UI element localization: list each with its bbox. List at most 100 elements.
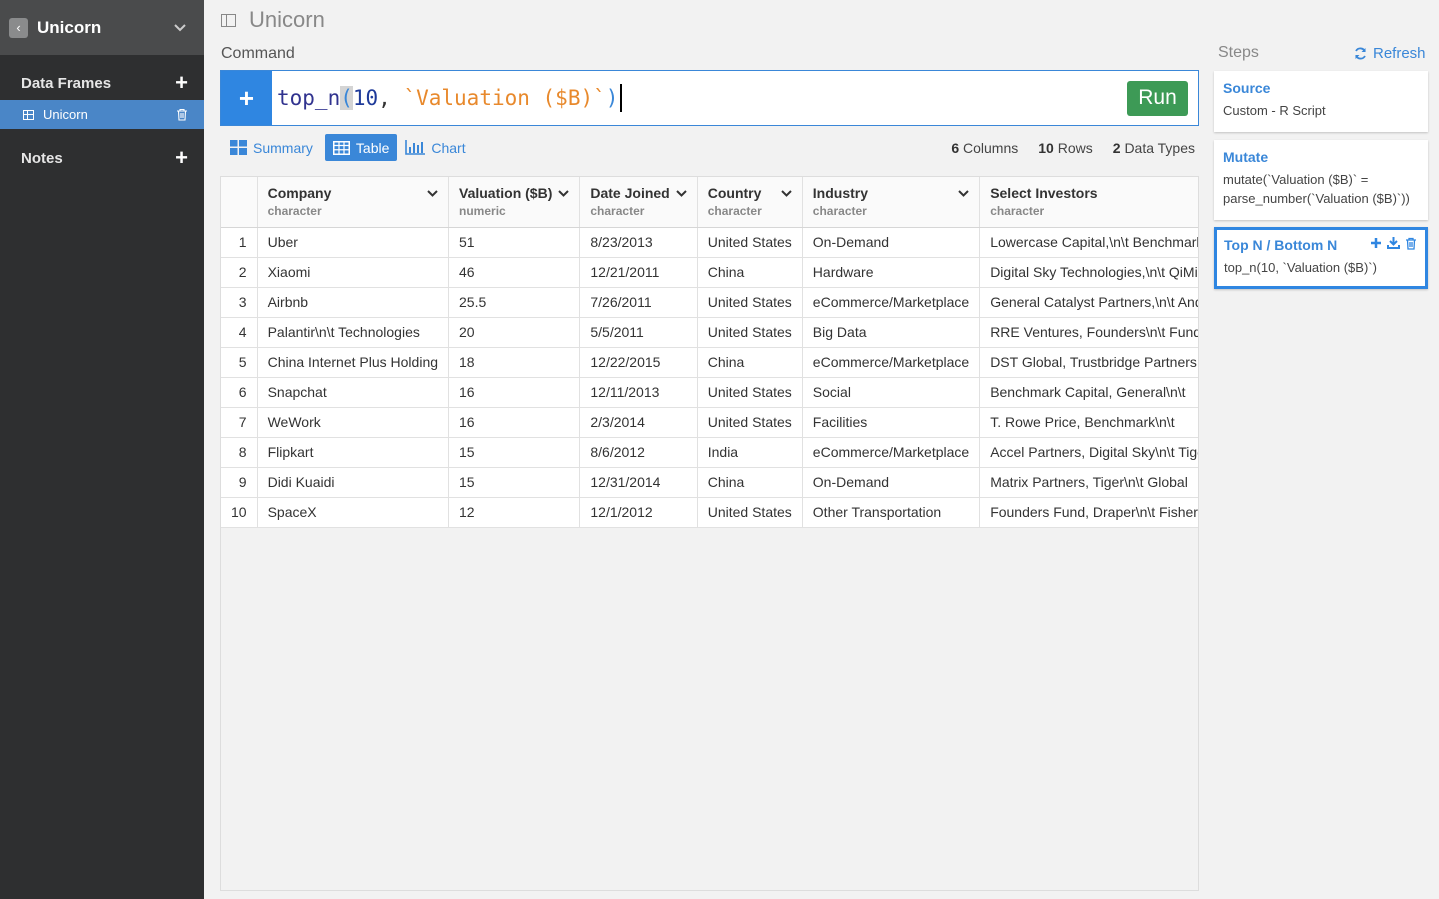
chevron-down-icon[interactable] — [958, 189, 969, 197]
column-header-date-joined[interactable]: Date Joined character — [579, 177, 698, 228]
table-cell[interactable]: Xiaomi — [257, 257, 450, 288]
table-cell[interactable]: eCommerce/Marketplace — [802, 437, 981, 468]
table-cell[interactable]: Uber — [257, 227, 450, 258]
download-icon[interactable] — [1387, 237, 1400, 249]
trash-icon[interactable] — [176, 108, 188, 121]
table-cell[interactable]: 12/11/2013 — [579, 377, 698, 408]
tab-chart[interactable]: Chart — [397, 134, 473, 161]
add-command-button[interactable]: + — [221, 71, 272, 125]
table-cell[interactable]: India — [697, 437, 803, 468]
table-cell[interactable]: Benchmark Capital, General\n\t — [979, 377, 1198, 408]
step-source[interactable]: Source Custom - R Script — [1214, 71, 1428, 132]
table-cell[interactable]: 12/22/2015 — [579, 347, 698, 378]
column-header-industry[interactable]: Industry character — [802, 177, 981, 228]
sidebar-item-unicorn[interactable]: Unicorn — [0, 100, 204, 129]
add-note-icon[interactable]: + — [175, 147, 188, 169]
chevron-down-icon[interactable] — [781, 189, 792, 197]
table-cell[interactable]: Didi Kuaidi — [257, 467, 450, 498]
table-cell[interactable]: 18 — [448, 347, 581, 378]
table-cell[interactable]: Digital Sky Technologies,\n\t QiMing — [979, 257, 1198, 288]
table-cell[interactable]: General Catalyst Partners,\n\t Andreesse… — [979, 287, 1198, 318]
table-cell[interactable]: 46 — [448, 257, 581, 288]
table-cell[interactable]: Matrix Partners, Tiger\n\t Global — [979, 467, 1198, 498]
table-cell[interactable]: Hardware — [802, 257, 981, 288]
refresh-button[interactable]: Refresh — [1354, 45, 1426, 62]
add-step-icon[interactable] — [1370, 237, 1382, 249]
table-cell[interactable]: Snapchat — [257, 377, 450, 408]
table-cell[interactable]: Big Data — [802, 317, 981, 348]
table-cell[interactable]: United States — [697, 317, 803, 348]
table-cell[interactable]: Founders Fund, Draper\n\t Fisher — [979, 497, 1198, 528]
table-cell[interactable]: Other Transportation — [802, 497, 981, 528]
tab-table[interactable]: Table — [324, 134, 398, 161]
table-cell[interactable]: Airbnb — [257, 287, 450, 318]
table-cell[interactable]: Palantir\n\t Technologies — [257, 317, 450, 348]
table-cell[interactable]: 5/5/2011 — [579, 317, 698, 348]
table-cell[interactable]: 12/31/2014 — [579, 467, 698, 498]
trash-icon[interactable] — [1405, 237, 1417, 250]
data-types-stat: 2 Data Types — [1112, 140, 1195, 156]
column-header-company[interactable]: Company character — [257, 177, 450, 228]
table-cell[interactable]: 25.5 — [448, 287, 581, 318]
table-cell[interactable]: 12/1/2012 — [579, 497, 698, 528]
table-cell[interactable]: 15 — [448, 437, 581, 468]
command-input[interactable]: top_n(10, `Valuation ($B)`) — [272, 84, 1127, 112]
table-cell[interactable]: China — [697, 257, 803, 288]
table-cell[interactable]: China — [697, 467, 803, 498]
table-cell[interactable]: 16 — [448, 407, 581, 438]
project-title[interactable]: Unicorn — [37, 18, 173, 38]
table-cell[interactable]: 15 — [448, 467, 581, 498]
chevron-down-icon[interactable] — [558, 189, 570, 197]
run-button[interactable]: Run — [1127, 80, 1188, 116]
row-number: 3 — [221, 287, 258, 318]
table-cell[interactable]: China — [697, 347, 803, 378]
table-cell[interactable]: 12 — [448, 497, 581, 528]
table-row: 2 Xiaomi 46 12/21/2011 China Hardware Digital … — [221, 257, 1198, 288]
table-cell[interactable]: 20 — [448, 317, 581, 348]
table-cell[interactable]: 2/3/2014 — [579, 407, 698, 438]
table-cell[interactable]: WeWork — [257, 407, 450, 438]
table-cell[interactable]: United States — [697, 497, 803, 528]
table-cell[interactable]: RRE Ventures, Founders\n\t Fund — [979, 317, 1198, 348]
add-data-frame-icon[interactable]: + — [175, 72, 188, 94]
table-cell[interactable]: Facilities — [802, 407, 981, 438]
chevron-down-icon[interactable] — [676, 189, 687, 197]
table-cell[interactable]: Lowercase Capital,\n\t Benchmark — [979, 227, 1198, 258]
table-row: 5 China Internet Plus Holding 18 12/22/2015… — [221, 347, 1198, 378]
table-cell[interactable]: eCommerce/Marketplace — [802, 287, 981, 318]
back-button[interactable]: ‹ — [9, 17, 28, 38]
table-cell[interactable]: Accel Partners, Digital Sky\n\t Tiger — [979, 437, 1198, 468]
table-cell[interactable]: SpaceX — [257, 497, 450, 528]
column-header-select-investors[interactable]: Select Investors character — [979, 177, 1198, 228]
table-cell[interactable]: United States — [697, 407, 803, 438]
table-cell[interactable]: eCommerce/Marketplace — [802, 347, 981, 378]
view-tabs: Summary Table Chart — [230, 134, 474, 161]
column-header-country[interactable]: Country character — [697, 177, 803, 228]
data-table-container[interactable]: Company character Valuation ($B) numeric… — [220, 176, 1199, 891]
table-cell[interactable]: On-Demand — [802, 227, 981, 258]
table-cell[interactable]: On-Demand — [802, 467, 981, 498]
table-cell[interactable]: United States — [697, 227, 803, 258]
chevron-down-icon[interactable] — [173, 21, 187, 35]
table-cell[interactable]: United States — [697, 377, 803, 408]
table-cell[interactable]: DST Global, Trustbridge Partners — [979, 347, 1198, 378]
table-cell[interactable]: 7/26/2011 — [579, 287, 698, 318]
command-editor[interactable]: + top_n(10, `Valuation ($B)`) Run — [220, 70, 1199, 126]
tab-table-label: Table — [355, 139, 390, 156]
table-cell[interactable]: 16 — [448, 377, 581, 408]
table-cell[interactable]: China Internet Plus Holding — [257, 347, 450, 378]
table-cell[interactable]: T. Rowe Price, Benchmark\n\t — [979, 407, 1198, 438]
chevron-down-icon[interactable] — [427, 189, 438, 197]
table-cell[interactable]: Flipkart — [257, 437, 450, 468]
table-cell[interactable]: 12/21/2011 — [579, 257, 698, 288]
step-mutate[interactable]: Mutate mutate(`Valuation ($B)` = parse_n… — [1214, 140, 1428, 220]
table-cell[interactable]: United States — [697, 287, 803, 318]
table-icon — [332, 140, 350, 155]
tab-summary[interactable]: Summary — [230, 134, 321, 161]
step-top-n[interactable]: Top N / Bottom N top_n(10, `Valuation ($… — [1214, 227, 1428, 289]
table-cell[interactable]: 8/23/2013 — [579, 227, 698, 258]
column-header-valuation[interactable]: Valuation ($B) numeric — [448, 177, 581, 228]
table-cell[interactable]: 8/6/2012 — [579, 437, 698, 468]
table-cell[interactable]: Social — [802, 377, 981, 408]
table-cell[interactable]: 51 — [448, 227, 581, 258]
